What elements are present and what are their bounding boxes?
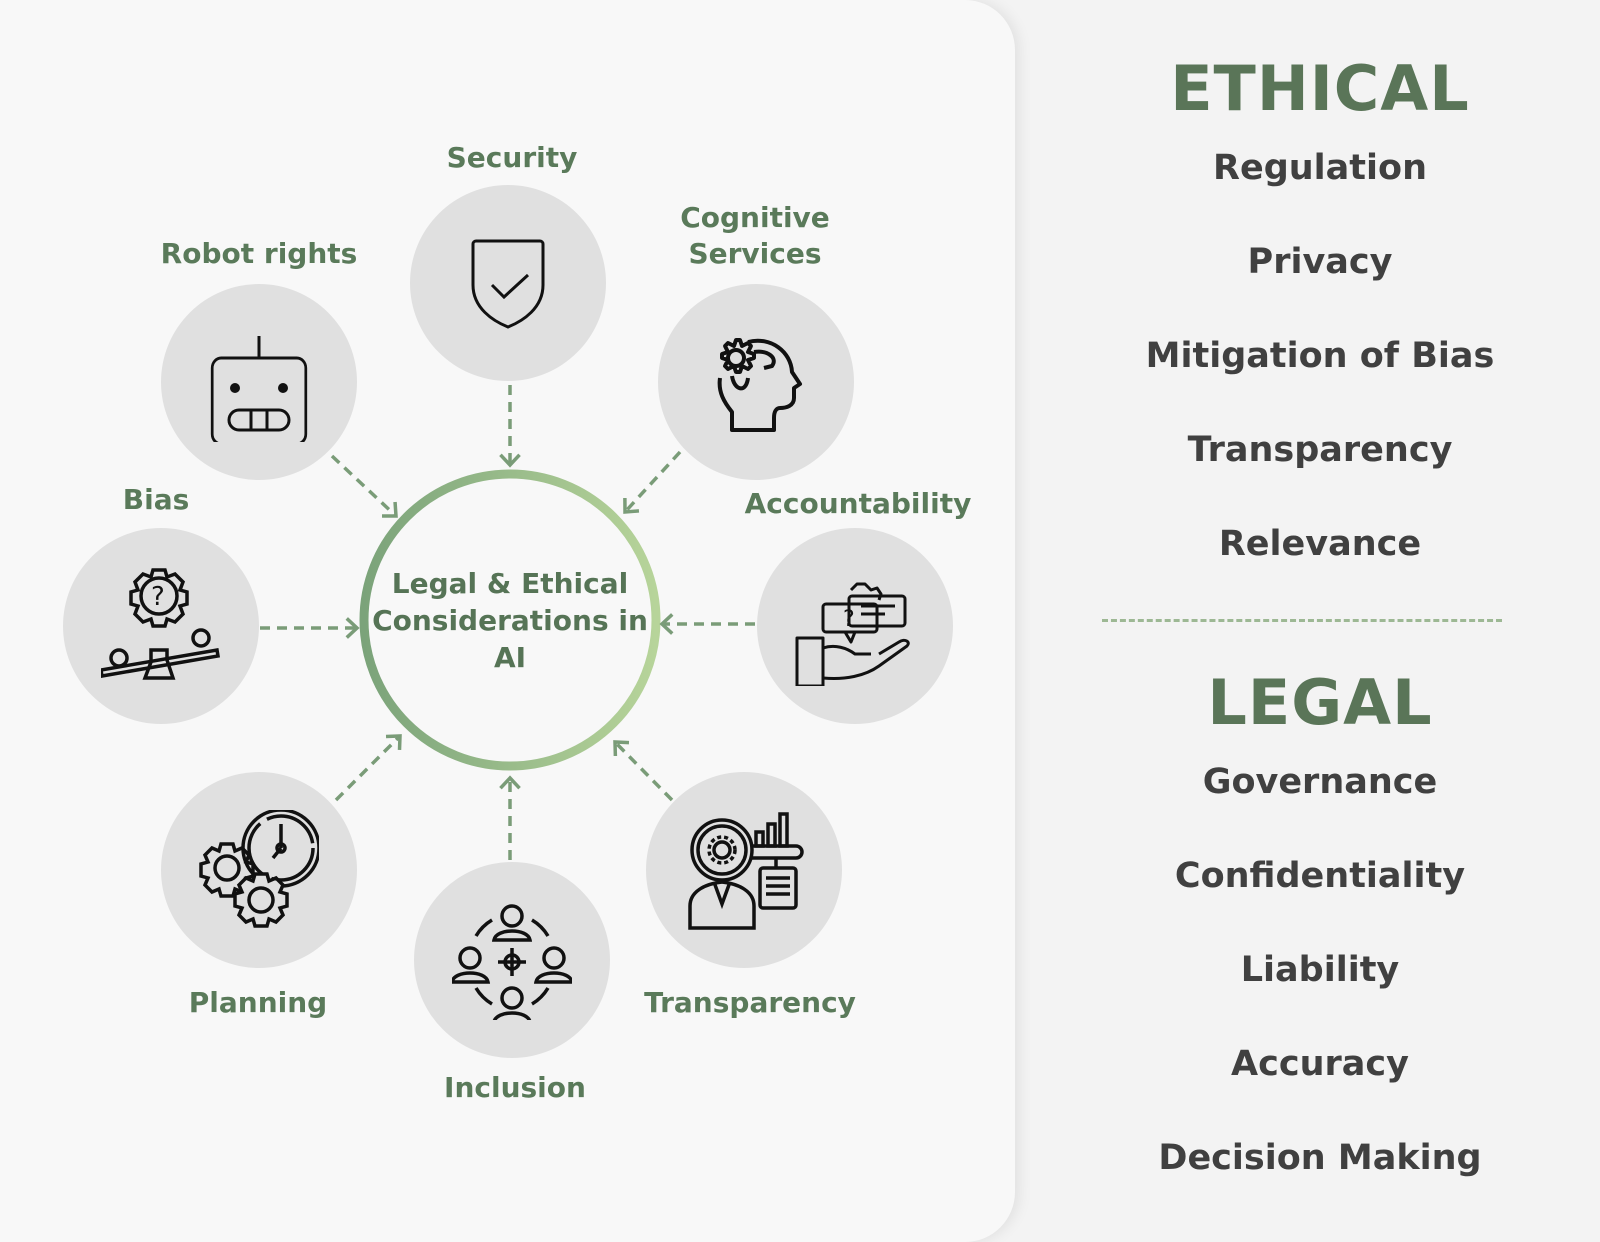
- diagram: Legal & Ethical Considerations in AI Sec…: [0, 0, 1015, 1242]
- node-label-planning: Planning: [188, 986, 328, 1019]
- ethical-item: Regulation: [1213, 148, 1427, 188]
- node-planning: [161, 772, 357, 968]
- node-security: [410, 185, 606, 381]
- node-accountability: ?: [757, 528, 953, 724]
- connector-robot-rights: [330, 454, 398, 518]
- node-robot-rights: [161, 284, 357, 480]
- legal-item: Liability: [1240, 950, 1400, 990]
- node-label-bias: Bias: [122, 483, 190, 516]
- legal-item: Governance: [1202, 762, 1438, 802]
- shield-check-icon: [471, 239, 545, 329]
- svg-text:?: ?: [151, 582, 165, 612]
- ethical-item: Mitigation of Bias: [1145, 336, 1495, 376]
- node-label-transparency: Transparency: [644, 986, 856, 1019]
- ethical-item: Privacy: [1247, 242, 1393, 282]
- right-panel: ETHICAL Regulation Privacy Mitigation of…: [1080, 0, 1560, 1242]
- gear-question-seesaw-icon: ?: [101, 568, 221, 680]
- node-bias: ?: [63, 528, 259, 724]
- node-cognitive-services: [658, 284, 854, 480]
- node-transparency: [646, 772, 842, 968]
- legal-title: LEGAL: [1207, 666, 1433, 739]
- node-label-security: Security: [446, 141, 578, 174]
- node-label-robot-rights: Robot rights: [160, 237, 358, 270]
- people-circle-target-icon: [452, 904, 572, 1020]
- gears-clock-icon: [199, 810, 319, 928]
- hand-speech-bubbles-icon: ?: [795, 582, 910, 686]
- node-label-inclusion: Inclusion: [444, 1071, 586, 1104]
- node-inclusion: [414, 862, 610, 1058]
- connector-transparency: [613, 740, 674, 802]
- ethical-item: Relevance: [1218, 524, 1422, 564]
- connector-cognitive-services: [623, 450, 682, 514]
- center-label: Legal & Ethical Considerations in AI: [372, 567, 648, 674]
- head-gear-icon: [717, 338, 802, 432]
- legal-item: Decision Making: [1158, 1138, 1482, 1178]
- node-label-accountability: Accountability: [744, 487, 972, 520]
- ethical-item: Transparency: [1187, 430, 1453, 470]
- robot-face-icon: [210, 336, 308, 442]
- legal-item: Confidentiality: [1174, 856, 1466, 896]
- magnifier-person-chart-icon: [688, 812, 804, 930]
- section-divider: [1102, 619, 1502, 622]
- connector-planning: [334, 734, 402, 802]
- ethical-title: ETHICAL: [1170, 52, 1470, 125]
- legal-item: Accuracy: [1231, 1044, 1409, 1084]
- svg-text:?: ?: [843, 607, 855, 632]
- node-label-cognitive-services: Cognitive Services: [680, 201, 830, 270]
